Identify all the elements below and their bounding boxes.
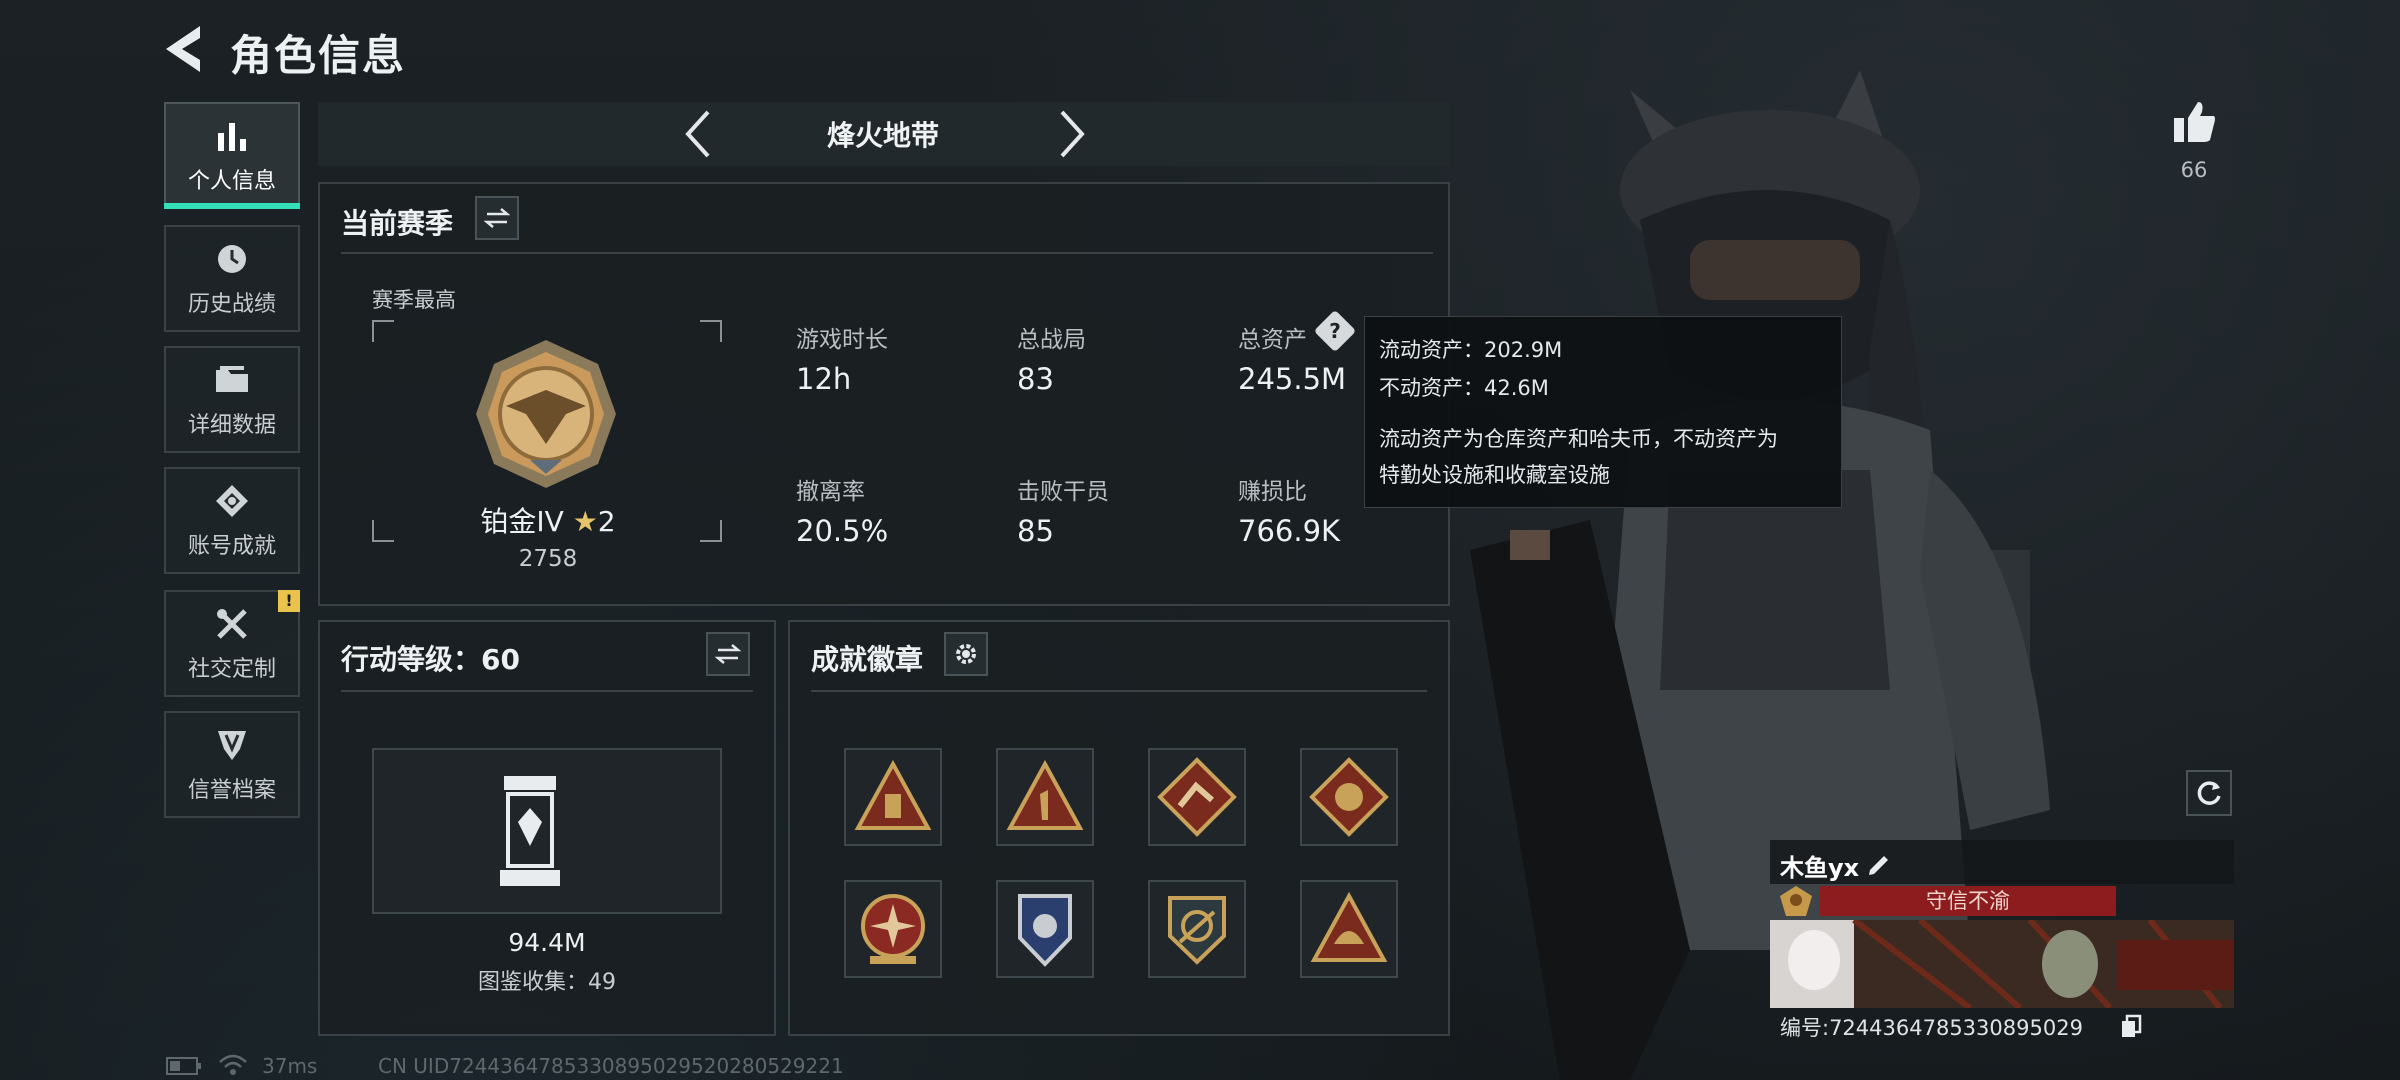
collection-value: 94.4M <box>508 928 586 957</box>
badge-slot[interactable] <box>1148 880 1246 978</box>
gear-icon <box>956 644 976 664</box>
assets-tooltip: 流动资产：202.9M 不动资产：42.6M 流动资产为仓库资产和哈夫币，不动资… <box>1364 316 1842 508</box>
achievement-badge-icon <box>1157 757 1237 837</box>
sidebar-item-achievements[interactable]: 账号成就 <box>164 467 300 574</box>
like-count: 66 <box>2180 158 2208 182</box>
collection-count: 图鉴收集：49 <box>478 970 616 995</box>
achievement-badge-icon <box>1168 896 1226 965</box>
swap-icon <box>715 644 741 664</box>
stat-value-total-matches: 83 <box>1017 362 1054 396</box>
refresh-icon <box>2197 781 2221 805</box>
stat-label-total-matches: 总战局 <box>1017 327 1086 353</box>
frame-corner <box>372 520 394 542</box>
action-level-title: 行动等级：60 <box>341 643 520 676</box>
player-name: 木鱼yx <box>1780 854 1860 882</box>
sidebar-item-label: 社交定制 <box>187 656 276 682</box>
clock-icon <box>213 240 251 278</box>
player-card[interactable]: 木鱼yx 守信不渝 编号:7244364785330895029 <box>1770 840 2234 1048</box>
sidebar-item-label: 历史战绩 <box>187 291 276 317</box>
stat-label-kills: 击败干员 <box>1017 479 1109 505</box>
shield-icon <box>213 726 251 764</box>
sidebar-item-label: 个人信息 <box>187 168 276 194</box>
title-tag: 守信不渝 <box>1820 886 2116 916</box>
badge-slot[interactable] <box>844 880 942 978</box>
title-emblem-icon <box>1780 886 1812 916</box>
action-switch-button[interactable] <box>706 632 750 676</box>
refresh-button[interactable] <box>2186 770 2232 816</box>
page-title: 角色信息 <box>230 31 407 80</box>
frame-corner <box>700 320 722 342</box>
badge-slot[interactable] <box>1148 748 1246 846</box>
warning-badge: ! <box>278 590 300 612</box>
back-icon[interactable] <box>160 22 208 76</box>
profile-banner <box>1770 920 2234 1008</box>
sidebar-item-social-custom[interactable]: ! 社交定制 <box>164 590 300 697</box>
frame-corner <box>372 320 394 342</box>
divider <box>341 252 1433 254</box>
achievement-badge-icon <box>1018 894 1072 967</box>
copy-icon[interactable] <box>2120 1014 2142 1038</box>
stat-value-extraction-rate: 20.5% <box>796 514 889 548</box>
tooltip-description-line1: 流动资产为仓库资产和哈夫币，不动资产为 <box>1379 427 1778 451</box>
rank-emblem-icon <box>476 340 616 488</box>
badges-title: 成就徽章 <box>811 643 924 676</box>
stat-value-profit-loss: 766.9K <box>1238 514 1341 548</box>
divider <box>341 690 753 692</box>
achievement-badge-icon <box>854 759 932 830</box>
rank-name-row: 铂金IV ★2 <box>468 500 628 540</box>
chevron-right-icon[interactable] <box>1056 108 1088 160</box>
sidebar-item-label: 信誉档案 <box>187 777 276 803</box>
player-uid: 编号:7244364785330895029 <box>1780 1016 2083 1040</box>
footer-uid: CN UID7244364785330895029520280529221 <box>378 1054 844 1078</box>
season-highest-label: 赛季最高 <box>372 288 456 312</box>
sidebar-item-label: 详细数据 <box>187 412 276 438</box>
sidebar-item-reputation[interactable]: 信誉档案 <box>164 711 300 818</box>
frame-corner <box>700 520 722 542</box>
chevron-left-icon[interactable] <box>682 108 714 160</box>
star-icon: ★ <box>572 505 598 538</box>
tooltip-liquid-assets: 流动资产：202.9M <box>1379 338 1563 362</box>
folder-icon <box>213 361 251 399</box>
stat-label-extraction-rate: 撤离率 <box>796 479 865 505</box>
edit-icon[interactable] <box>1866 850 1892 876</box>
rank-stars: 2 <box>597 505 616 538</box>
badge-slot[interactable] <box>844 748 942 846</box>
season-switch-button[interactable] <box>475 196 519 240</box>
stat-label-playtime: 游戏时长 <box>796 327 888 353</box>
season-title: 当前赛季 <box>341 207 454 240</box>
badge-slot[interactable] <box>996 880 1094 978</box>
achievement-badge-icon <box>861 894 925 964</box>
swap-icon <box>484 208 510 228</box>
tooltip-fixed-assets: 不动资产：42.6M <box>1379 376 1549 400</box>
achievement-badge-icon <box>1006 759 1084 830</box>
sidebar-item-personal-info[interactable]: 个人信息 <box>164 102 300 209</box>
thumbs-up-icon[interactable] <box>2170 98 2218 146</box>
achievement-icon <box>213 482 251 520</box>
sidebar-item-detailed-data[interactable]: 详细数据 <box>164 346 300 453</box>
stat-value-playtime: 12h <box>796 362 852 396</box>
badge-slot[interactable] <box>996 748 1094 846</box>
stat-label-total-assets: 总资产 <box>1238 327 1307 353</box>
tools-icon <box>213 605 251 643</box>
sidebar-item-label: 账号成就 <box>187 533 276 559</box>
tooltip-description-line2: 特勤处设施和收藏室设施 <box>1379 463 1610 487</box>
battery-icon <box>166 1057 201 1075</box>
bar-chart-icon <box>213 117 251 155</box>
sidebar-item-match-history[interactable]: 历史战绩 <box>164 225 300 332</box>
ping-readout: 37ms <box>262 1054 318 1078</box>
stat-value-kills: 85 <box>1017 514 1054 548</box>
rank-score: 2758 <box>518 546 578 572</box>
badges-settings-button[interactable] <box>944 632 988 676</box>
stat-label-profit-loss: 赚损比 <box>1238 479 1307 505</box>
mode-title: 烽火地带 <box>826 119 939 152</box>
collection-case-icon <box>500 776 560 886</box>
rank-name: 铂金IV <box>480 505 564 538</box>
wifi-icon <box>219 1054 247 1075</box>
